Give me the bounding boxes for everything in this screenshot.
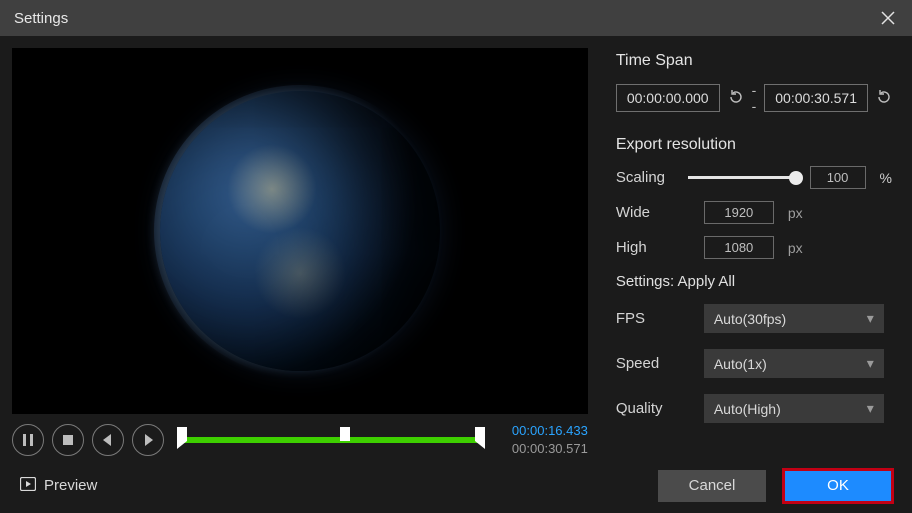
scaling-label: Scaling [616,169,674,186]
high-input[interactable]: 1080 [704,236,774,259]
video-preview [12,48,588,414]
high-label: High [616,239,674,256]
scaling-slider-thumb[interactable] [789,171,803,185]
wide-label: Wide [616,204,674,221]
chevron-down-icon: ▾ [867,400,874,417]
timespan-header: Time Span [616,52,892,70]
start-time-input[interactable]: 00:00:00.000 [616,84,720,112]
timespan-separator: -- [752,82,757,114]
px-unit: px [788,205,803,221]
earth-graphic [160,91,440,371]
title-bar: Settings [0,0,912,36]
total-time: 00:00:30.571 [488,440,588,458]
close-icon[interactable] [878,8,898,28]
window-title: Settings [14,10,68,27]
speed-select[interactable]: Auto(1x) ▾ [704,349,884,378]
speed-select-value: Auto(1x) [714,356,767,372]
chevron-down-icon: ▾ [867,310,874,327]
timeline-slider[interactable] [182,422,480,458]
percent-unit: % [880,170,892,186]
reset-end-icon[interactable] [876,89,892,108]
preview-button[interactable]: Preview [20,477,97,495]
px-unit-2: px [788,240,803,256]
preview-label: Preview [44,477,97,494]
stop-button[interactable] [52,424,84,456]
chevron-down-icon: ▾ [867,355,874,372]
pause-button[interactable] [12,424,44,456]
reset-start-icon[interactable] [728,89,744,108]
quality-label: Quality [616,400,674,417]
playhead[interactable] [340,427,350,441]
fps-select-value: Auto(30fps) [714,311,786,327]
fps-select[interactable]: Auto(30fps) ▾ [704,304,884,333]
quality-select-value: Auto(High) [714,401,781,417]
speed-label: Speed [616,355,674,372]
export-resolution-header: Export resolution [616,136,892,154]
ok-button[interactable]: OK [784,470,892,502]
out-marker[interactable] [475,427,485,441]
cancel-button[interactable]: Cancel [658,470,766,502]
end-time-input[interactable]: 00:00:30.571 [764,84,868,112]
settings-apply-header: Settings: Apply All [616,273,892,290]
scaling-slider[interactable] [688,168,796,188]
current-time: 00:00:16.433 [488,422,588,440]
fps-label: FPS [616,310,674,327]
quality-select[interactable]: Auto(High) ▾ [704,394,884,423]
wide-input[interactable]: 1920 [704,201,774,224]
scaling-value-input[interactable]: 100 [810,166,866,189]
step-back-button[interactable] [92,424,124,456]
in-marker[interactable] [177,427,187,441]
play-outline-icon [20,477,36,495]
step-forward-button[interactable] [132,424,164,456]
